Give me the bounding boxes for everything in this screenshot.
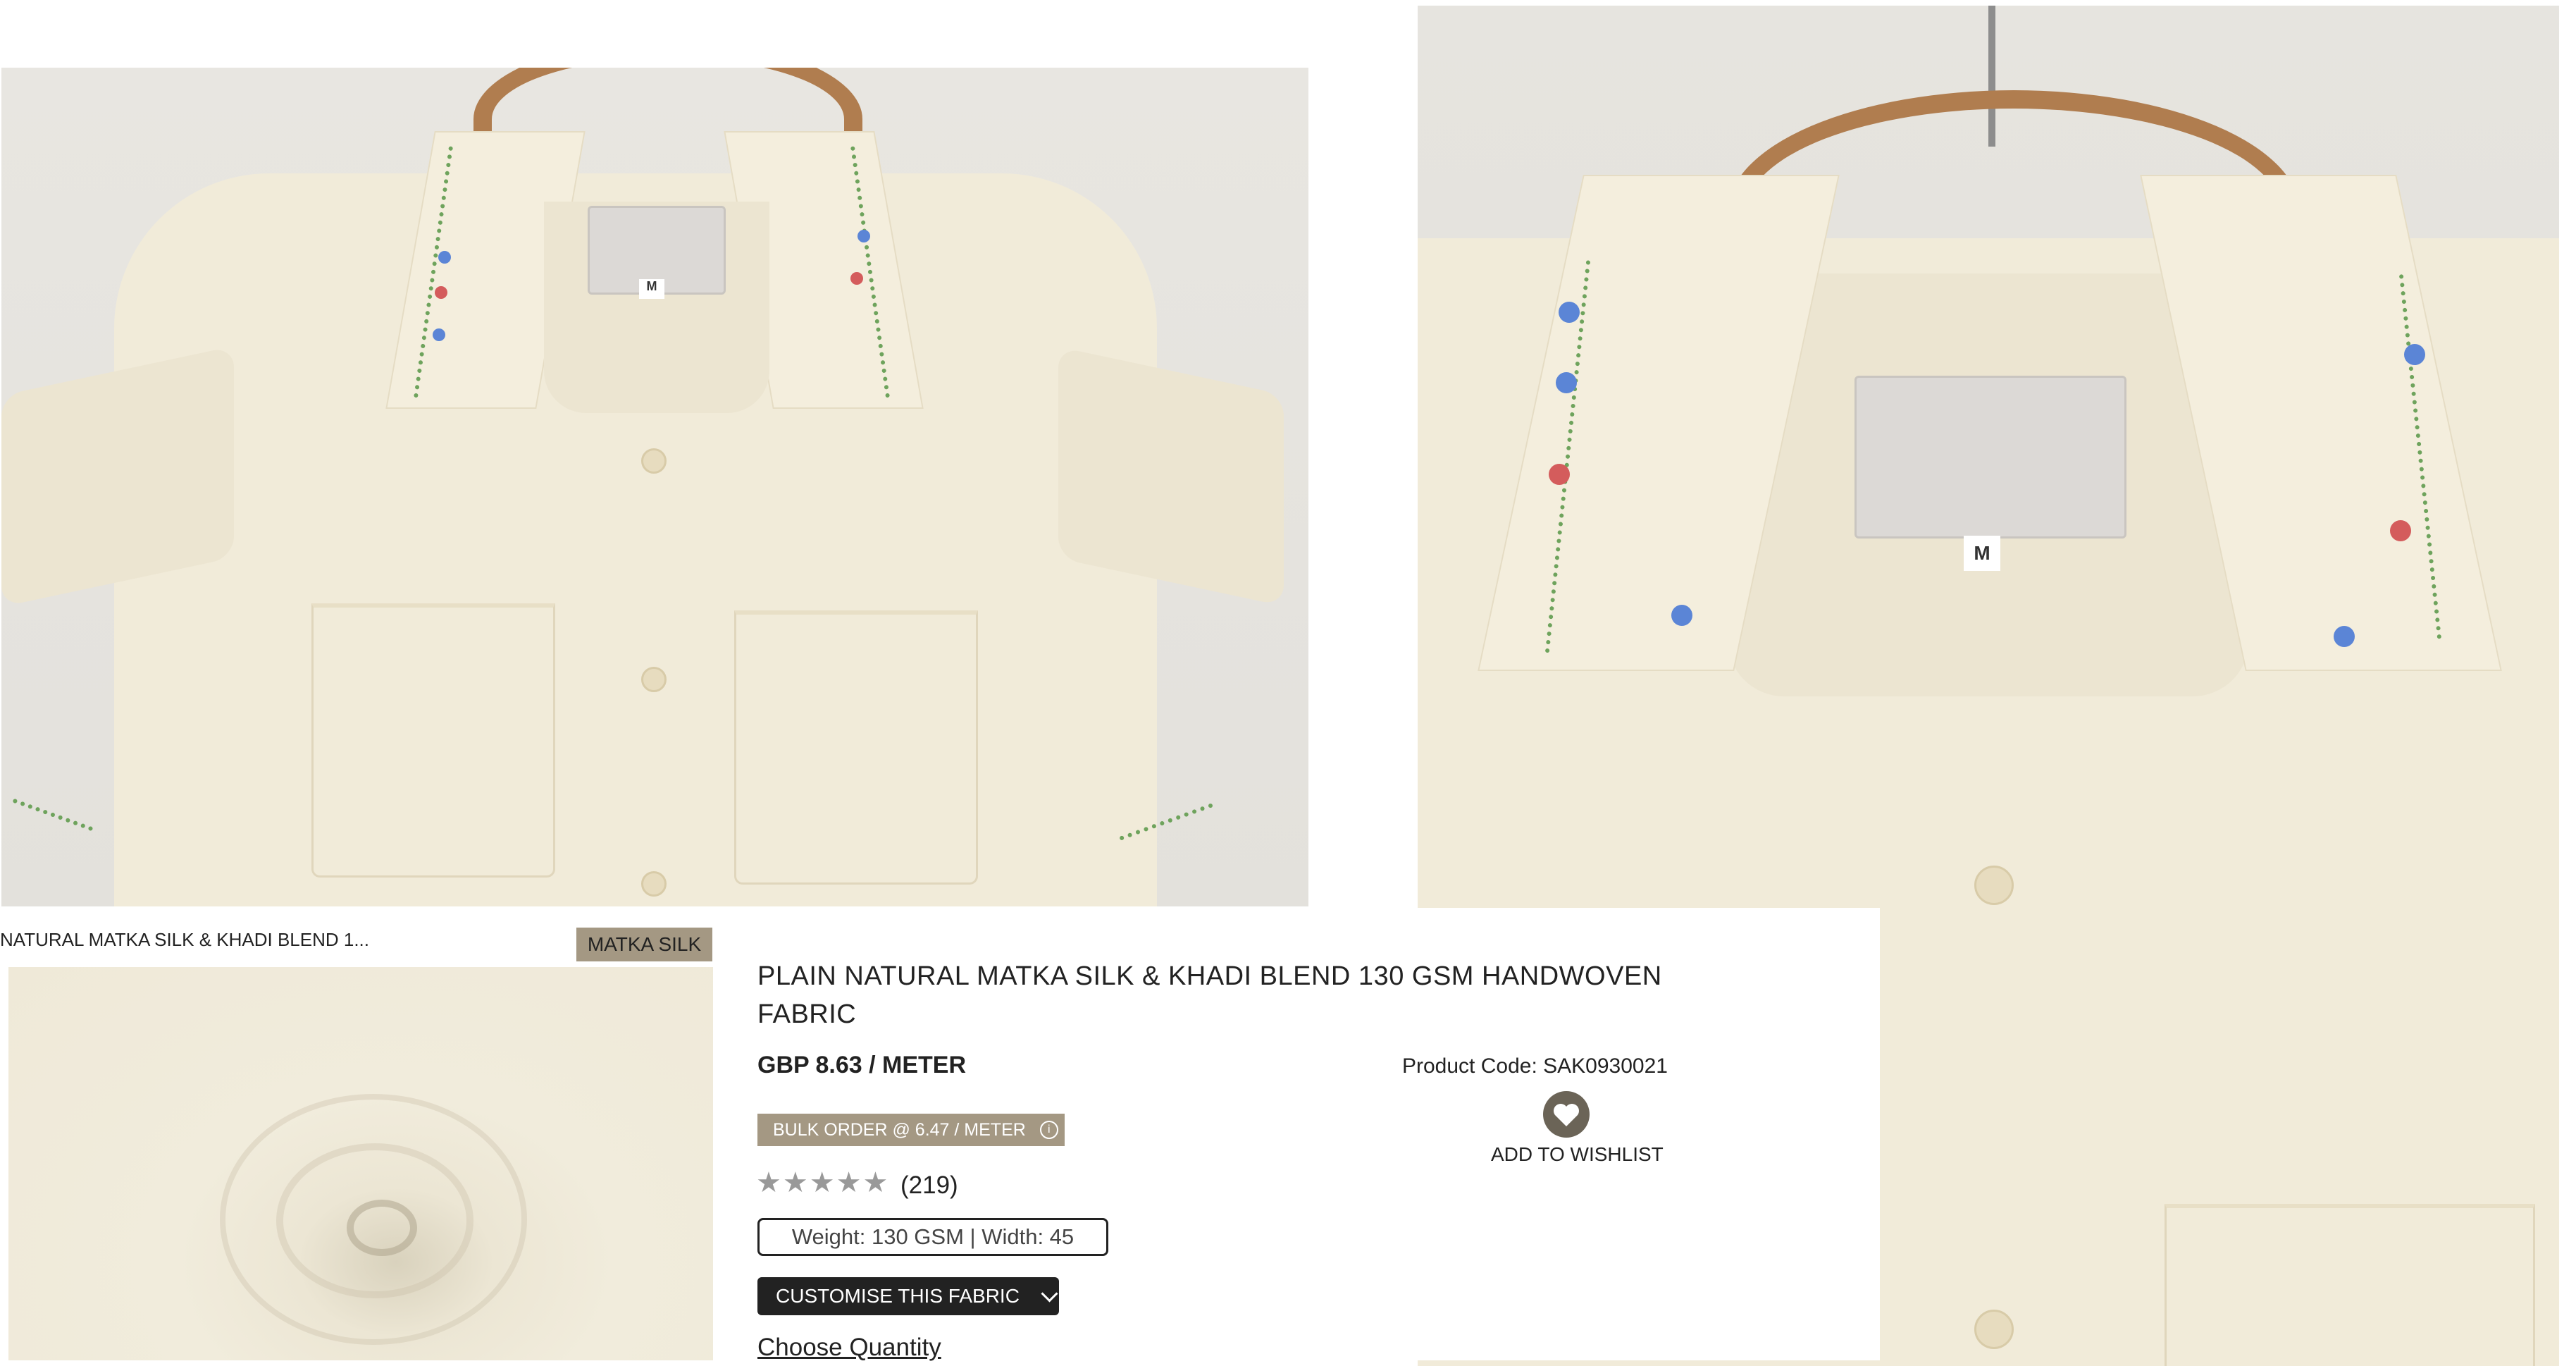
choose-quantity-link[interactable]: Choose Quantity (757, 1334, 941, 1362)
customise-button-label: CUSTOMISE THIS FABRIC (776, 1285, 1020, 1307)
add-to-wishlist-link[interactable]: ADD TO WISHLIST (1491, 1143, 1664, 1166)
sleeve-embroidery-left (12, 798, 94, 832)
fabric-swatch-image[interactable] (8, 967, 713, 1360)
heart-icon[interactable] (1542, 1090, 1591, 1139)
bulk-order-badge[interactable]: BULK ORDER @ 6.47 / METER i (757, 1114, 1065, 1146)
chevron-down-icon (1041, 1284, 1058, 1303)
product-code: Product Code: SAK0930021 (1402, 1054, 1668, 1078)
product-title: PLAIN NATURAL MATKA SILK & KHADI BLEND 1… (757, 961, 1662, 1029)
left-pocket (311, 603, 555, 878)
product-price: GBP 8.63 / METER (757, 1052, 967, 1078)
right-pocket (734, 610, 978, 885)
info-icon[interactable]: i (1039, 1121, 1058, 1139)
pocket (2165, 1204, 2535, 1366)
category-badge[interactable]: MATKA SILK (576, 928, 712, 961)
star-rating[interactable]: ★★★★★ (756, 1167, 889, 1199)
product-list-title[interactable]: NATURAL MATKA SILK & KHADI BLEND 1... (0, 929, 369, 951)
size-tag: M (1964, 536, 2000, 571)
neck-label (1854, 376, 2126, 539)
review-count[interactable]: (219) (900, 1171, 958, 1200)
fabric-specs: Weight: 130 GSM | Width: 45 (757, 1218, 1108, 1256)
heart-icon-svg (1543, 1091, 1590, 1138)
shirt-front-photo: M (1, 68, 1308, 906)
size-tag: M (639, 279, 664, 299)
bulk-order-label: BULK ORDER @ 6.47 / METER (773, 1119, 1026, 1140)
customise-fabric-button[interactable]: CUSTOMISE THIS FABRIC (757, 1277, 1059, 1315)
